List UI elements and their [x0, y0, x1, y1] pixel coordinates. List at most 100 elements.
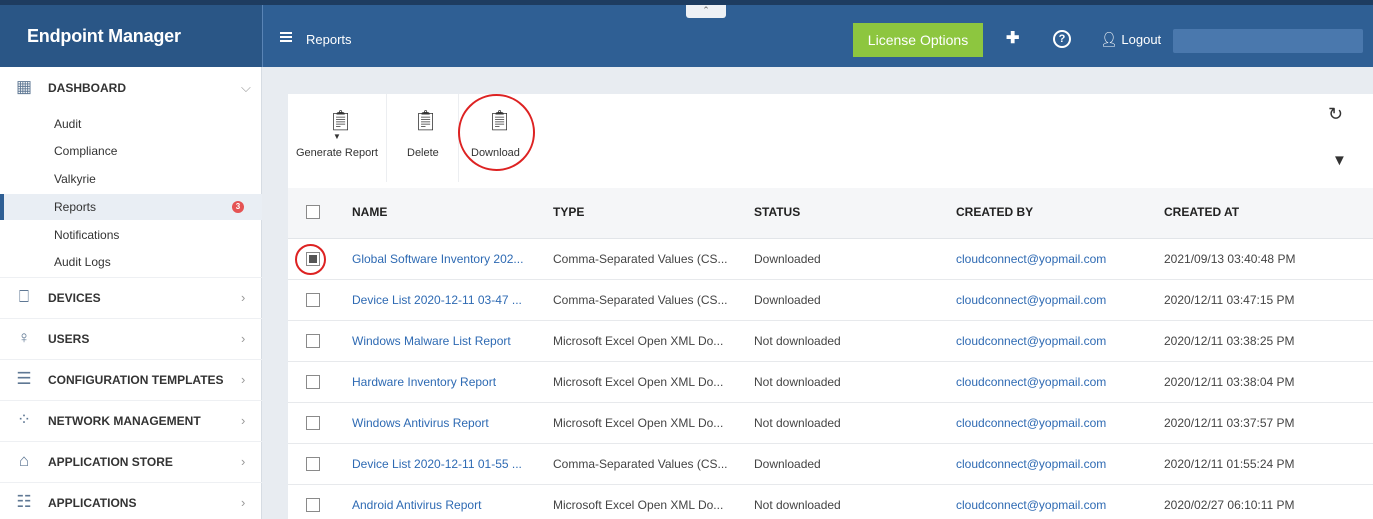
report-status: Not downloaded — [754, 334, 841, 348]
sidebar-item-notifications[interactable]: Notifications — [54, 228, 119, 242]
network-icon: ⁘ — [16, 410, 32, 429]
store-icon: ⌂ — [18, 451, 30, 470]
report-type: Microsoft Excel Open XML Do... — [553, 375, 724, 389]
templates-icon: ☰ — [16, 369, 32, 388]
sidebar-group-application-store[interactable]: ⌂ APPLICATION STORE › — [0, 441, 262, 481]
report-type: Comma-Separated Values (CS... — [553, 293, 728, 307]
sidebar-group-label: CONFIGURATION TEMPLATES — [48, 373, 224, 387]
column-header-type[interactable]: TYPE — [553, 205, 584, 219]
column-header-status[interactable]: STATUS — [754, 205, 800, 219]
table-row[interactable]: Device List 2020-12-11 01-55 ... Comma-S… — [288, 444, 1373, 485]
report-name-link[interactable]: Global Software Inventory 202... — [352, 252, 523, 266]
chevron-down-icon[interactable]: ⌵ — [241, 80, 251, 96]
created-by-link[interactable]: cloudconnect@yopmail.com — [956, 457, 1106, 471]
row-checkbox[interactable] — [306, 416, 320, 430]
generate-report-button[interactable]: 📋︎ ▼ Generate Report — [288, 94, 386, 182]
add-notification-icon[interactable]: ✚ — [1006, 30, 1019, 48]
report-name-link[interactable]: Windows Antivirus Report — [352, 416, 489, 430]
license-options-button[interactable]: License Options — [853, 23, 983, 57]
sidebar-group-configuration-templates[interactable]: ☰ CONFIGURATION TEMPLATES › — [0, 359, 262, 399]
row-checkbox[interactable] — [306, 498, 320, 512]
sidebar-item-compliance[interactable]: Compliance — [54, 144, 117, 158]
created-by-link[interactable]: cloudconnect@yopmail.com — [956, 375, 1106, 389]
table-row[interactable]: Windows Antivirus Report Microsoft Excel… — [288, 403, 1373, 444]
created-at: 2020/12/11 03:38:04 PM — [1164, 375, 1295, 389]
user-account-field[interactable] — [1173, 29, 1363, 53]
chevron-right-icon: › — [241, 290, 246, 305]
sidebar-group-dashboard[interactable]: ▦ DASHBOARD ⌵ — [0, 67, 262, 107]
created-at: 2020/12/11 03:47:15 PM — [1164, 293, 1295, 307]
table-row[interactable]: Device List 2020-12-11 03-47 ... Comma-S… — [288, 280, 1373, 321]
chevron-right-icon: › — [241, 372, 246, 387]
table-header: NAME TYPE STATUS CREATED BY CREATED AT — [288, 188, 1373, 239]
chevron-right-icon: › — [241, 454, 246, 469]
column-header-created-by[interactable]: CREATED BY — [956, 205, 1033, 219]
row-checkbox[interactable] — [306, 375, 320, 389]
delete-button[interactable]: 📋︎ Delete — [387, 94, 458, 182]
report-status: Not downloaded — [754, 498, 841, 512]
report-status: Not downloaded — [754, 416, 841, 430]
header-divider — [262, 5, 263, 67]
sidebar-group-devices[interactable]: ⎕ DEVICES › — [0, 277, 262, 317]
report-name-link[interactable]: Device List 2020-12-11 03-47 ... — [352, 293, 522, 307]
created-by-link[interactable]: cloudconnect@yopmail.com — [956, 293, 1106, 307]
hamburger-menu-icon[interactable] — [280, 32, 292, 42]
report-name-link[interactable]: Windows Malware List Report — [352, 334, 511, 348]
user-icon: 👤︎ — [1100, 31, 1118, 47]
devices-icon: ⎕ — [18, 287, 30, 306]
chevron-right-icon: › — [241, 413, 246, 428]
report-status: Downloaded — [754, 293, 821, 307]
page-title: Reports — [306, 32, 352, 47]
sidebar-item-audit[interactable]: Audit — [54, 117, 81, 131]
report-name-link[interactable]: Hardware Inventory Report — [352, 375, 496, 389]
sidebar-item-valkyrie[interactable]: Valkyrie — [54, 172, 96, 186]
created-by-link[interactable]: cloudconnect@yopmail.com — [956, 252, 1106, 266]
row-checkbox[interactable] — [306, 293, 320, 307]
report-type: Microsoft Excel Open XML Do... — [553, 334, 724, 348]
sidebar-group-applications[interactable]: ☷ APPLICATIONS › — [0, 482, 262, 519]
select-all-checkbox[interactable] — [306, 205, 320, 219]
row-checkbox[interactable] — [306, 457, 320, 471]
logout-button[interactable]: 👤︎ Logout — [1100, 31, 1161, 48]
toolbar: 📋︎ ▼ Generate Report 📋︎ Delete 📋︎ Downlo… — [288, 94, 1373, 182]
delete-label: Delete — [407, 147, 439, 159]
chevron-right-icon: › — [241, 495, 246, 510]
sidebar-group-label: APPLICATIONS — [48, 496, 137, 510]
filter-icon[interactable]: ▼ — [1332, 152, 1347, 169]
created-by-link[interactable]: cloudconnect@yopmail.com — [956, 416, 1106, 430]
report-status: Not downloaded — [754, 375, 841, 389]
report-type: Comma-Separated Values (CS... — [553, 252, 728, 266]
table-row[interactable]: Windows Malware List Report Microsoft Ex… — [288, 321, 1373, 362]
generate-report-icon: 📋︎ — [328, 110, 354, 132]
sidebar-item-audit-logs[interactable]: Audit Logs — [54, 255, 111, 269]
reports-panel: 📋︎ ▼ Generate Report 📋︎ Delete 📋︎ Downlo… — [288, 94, 1373, 519]
collapse-header-chevron-icon[interactable]: ⌃ — [686, 5, 726, 18]
row-checkbox[interactable] — [306, 334, 320, 348]
reports-count-badge: 3 — [232, 201, 244, 213]
refresh-icon[interactable]: ↻ — [1328, 104, 1343, 125]
report-name-link[interactable]: Device List 2020-12-11 01-55 ... — [352, 457, 522, 471]
applications-icon: ☷ — [16, 492, 32, 511]
created-at: 2020/02/27 06:10:11 PM — [1164, 498, 1295, 512]
logout-label: Logout — [1121, 32, 1162, 47]
report-type: Microsoft Excel Open XML Do... — [553, 498, 724, 512]
report-type: Microsoft Excel Open XML Do... — [553, 416, 724, 430]
report-name-link[interactable]: Android Antivirus Report — [352, 498, 481, 512]
created-at: 2020/12/11 03:38:25 PM — [1164, 334, 1295, 348]
column-header-created-at[interactable]: CREATED AT — [1164, 205, 1239, 219]
sidebar-item-reports[interactable]: Reports — [54, 200, 96, 214]
sidebar-group-users[interactable]: ♀ USERS › — [0, 318, 262, 358]
help-icon[interactable]: ? — [1053, 30, 1071, 48]
brand-title: Endpoint Manager — [0, 5, 262, 67]
sidebar-group-label: NETWORK MANAGEMENT — [48, 414, 201, 428]
created-by-link[interactable]: cloudconnect@yopmail.com — [956, 334, 1106, 348]
table-row[interactable]: Android Antivirus Report Microsoft Excel… — [288, 485, 1373, 519]
sidebar-group-label: DASHBOARD — [48, 81, 126, 95]
sidebar-group-label: USERS — [48, 332, 90, 346]
created-by-link[interactable]: cloudconnect@yopmail.com — [956, 498, 1106, 512]
table-row[interactable]: Global Software Inventory 202... Comma-S… — [288, 239, 1373, 280]
sidebar-group-network-management[interactable]: ⁘ NETWORK MANAGEMENT › — [0, 400, 262, 440]
table-row[interactable]: Hardware Inventory Report Microsoft Exce… — [288, 362, 1373, 403]
column-header-name[interactable]: NAME — [352, 205, 387, 219]
created-at: 2020/12/11 03:37:57 PM — [1164, 416, 1295, 430]
